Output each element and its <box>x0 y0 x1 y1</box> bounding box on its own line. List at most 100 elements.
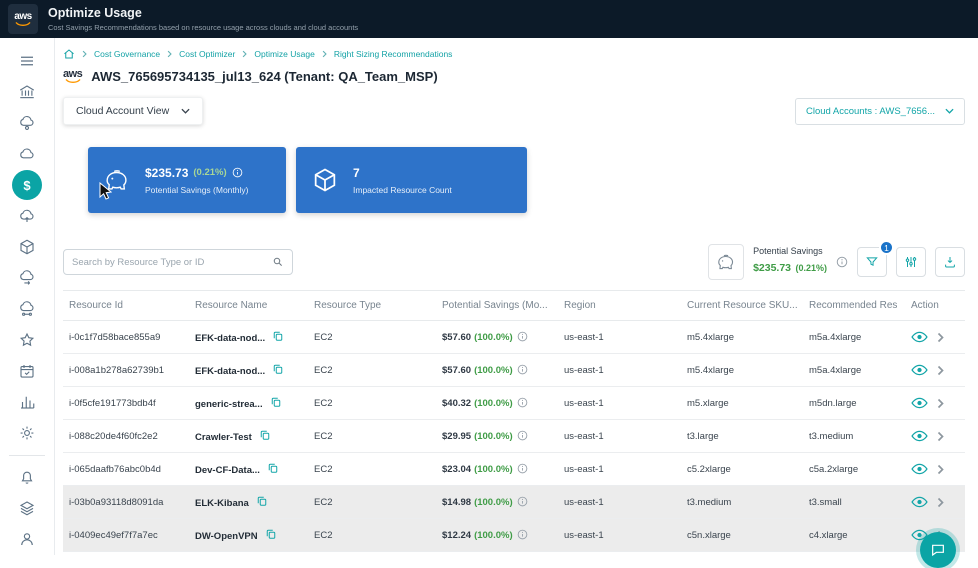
table-row[interactable]: i-03b0a93118d8091da ELK-Kibana EC2 $14.98 (1… <box>63 485 965 519</box>
chevron-right-icon <box>82 50 87 58</box>
menu-icon[interactable] <box>12 46 42 76</box>
table-row[interactable]: i-0f5cfe191773bdb4f generic-strea... EC2 $4… <box>63 386 965 420</box>
info-icon[interactable] <box>517 430 528 441</box>
row-expand-chevron-icon[interactable] <box>937 497 944 508</box>
col-resource-id[interactable]: Resource Id <box>63 290 191 321</box>
table-row[interactable]: i-0409ec49ef7f7a7ec DW-OpenVPN EC2 $12.24 (1… <box>63 518 965 552</box>
copy-icon[interactable] <box>259 429 271 441</box>
copy-icon[interactable] <box>267 462 279 474</box>
info-icon[interactable] <box>517 331 528 342</box>
recommended-sku: t3.medium <box>805 419 907 453</box>
cloud-migration-upload-icon[interactable] <box>12 201 42 231</box>
row-actions[interactable] <box>907 353 965 387</box>
notifications-bell-icon[interactable] <box>12 462 42 492</box>
row-expand-chevron-icon[interactable] <box>937 398 944 409</box>
home-icon[interactable] <box>63 48 75 60</box>
chevron-down-icon <box>181 108 190 114</box>
search-icon[interactable] <box>272 256 284 268</box>
row-actions[interactable] <box>907 485 965 519</box>
breadcrumb-right-sizing[interactable]: Right Sizing Recommendations <box>334 49 453 59</box>
recommended-sku: m5a.4xlarge <box>805 353 907 387</box>
account-title: AWS_765695734135_jul13_624 (Tenant: QA_T… <box>91 69 438 84</box>
view-icon[interactable] <box>911 397 928 409</box>
inventory-cube-icon[interactable] <box>12 232 42 262</box>
scheduler-calendar-icon[interactable] <box>12 356 42 386</box>
info-icon[interactable] <box>517 397 528 408</box>
row-actions[interactable] <box>907 320 965 354</box>
box-icon <box>310 166 340 194</box>
row-actions[interactable] <box>907 419 965 453</box>
current-sku: t3.large <box>683 419 805 453</box>
favorites-star-icon[interactable] <box>12 325 42 355</box>
table-row[interactable]: i-008a1b278a62739b1 EFK-data-nod... EC2 $57… <box>63 353 965 387</box>
breadcrumb: Cost Governance Cost Optimizer Optimize … <box>63 48 965 60</box>
info-icon[interactable] <box>517 529 528 540</box>
row-actions[interactable] <box>907 386 965 420</box>
cost-governance-bank-icon[interactable] <box>12 77 42 107</box>
resource-name: EFK-data-nod... <box>191 353 310 387</box>
resource-type: EC2 <box>310 386 438 420</box>
page-header-subtitle: Cost Savings Recommendations based on re… <box>48 23 359 32</box>
cloud-share-icon[interactable] <box>12 294 42 324</box>
info-icon[interactable] <box>836 256 848 268</box>
col-resource-type[interactable]: Resource Type <box>310 290 438 321</box>
filter-button[interactable]: 1 <box>857 240 894 277</box>
environments-layers-icon[interactable] <box>12 493 42 523</box>
row-expand-chevron-icon[interactable] <box>937 431 944 442</box>
column-settings-button[interactable] <box>896 247 926 277</box>
cloud-account-view-dropdown[interactable]: Cloud Account View <box>63 97 204 125</box>
search-input[interactable] <box>72 256 272 268</box>
cloud-assessment-icon[interactable] <box>12 108 42 138</box>
breadcrumb-optimize-usage[interactable]: Optimize Usage <box>254 49 314 59</box>
col-potential-savings[interactable]: Potential Savings (Mo... <box>438 290 560 321</box>
info-icon[interactable] <box>517 496 528 507</box>
current-sku: t3.medium <box>683 485 805 519</box>
region: us-east-1 <box>560 485 683 519</box>
cloud-accounts-dropdown[interactable]: Cloud Accounts : AWS_7656... <box>794 97 965 125</box>
table-row[interactable]: i-065daafb76abc0b4d Dev-CF-Data... EC2 $23.… <box>63 452 965 486</box>
cloud-reports-icon[interactable] <box>12 139 42 169</box>
download-button[interactable] <box>935 247 965 277</box>
view-icon[interactable] <box>911 430 928 442</box>
col-region[interactable]: Region <box>560 290 683 321</box>
table-row[interactable]: i-0c1f7d58bace855a9 EFK-data-nod... EC2 $57… <box>63 320 965 354</box>
support-chat-button[interactable] <box>920 532 956 568</box>
account-user-icon[interactable] <box>12 524 42 554</box>
savings-percent: (0.21%) <box>193 167 227 178</box>
analytics-chart-icon[interactable] <box>12 387 42 417</box>
region: us-east-1 <box>560 518 683 552</box>
view-icon[interactable] <box>911 364 928 376</box>
info-icon[interactable] <box>517 463 528 474</box>
row-expand-chevron-icon[interactable] <box>937 365 944 376</box>
col-resource-name[interactable]: Resource Name <box>191 290 310 321</box>
accounts-dropdown-label: Cloud Accounts : AWS_7656... <box>805 105 935 117</box>
cloud-sync-icon[interactable] <box>12 263 42 293</box>
breadcrumb-cost-optimizer[interactable]: Cost Optimizer <box>179 49 235 59</box>
resource-id: i-065daafb76abc0b4d <box>63 452 191 486</box>
cost-optimizer-dollar-icon[interactable]: $ <box>12 170 42 200</box>
info-icon[interactable] <box>232 167 243 178</box>
breadcrumb-cost-governance[interactable]: Cost Governance <box>94 49 160 59</box>
copy-icon[interactable] <box>256 495 268 507</box>
row-expand-chevron-icon[interactable] <box>937 464 944 475</box>
view-icon[interactable] <box>911 496 928 508</box>
view-icon[interactable] <box>911 463 928 475</box>
resource-type: EC2 <box>310 353 438 387</box>
row-expand-chevron-icon[interactable] <box>937 332 944 343</box>
col-recommended-sku[interactable]: Recommended Res <box>805 290 907 321</box>
copy-icon[interactable] <box>265 528 277 540</box>
potential-savings: $29.95 (100.0%) <box>438 419 560 453</box>
copy-icon[interactable] <box>272 363 284 375</box>
info-icon[interactable] <box>517 364 528 375</box>
copy-icon[interactable] <box>272 330 284 342</box>
row-actions[interactable] <box>907 452 965 486</box>
col-action: Action <box>907 290 965 321</box>
col-current-sku[interactable]: Current Resource SKU... <box>683 290 805 321</box>
region: us-east-1 <box>560 353 683 387</box>
settings-gear-icon[interactable] <box>12 418 42 448</box>
copy-icon[interactable] <box>270 396 282 408</box>
aws-logo-text: aws <box>14 10 32 22</box>
table-row[interactable]: i-088c20de4f60fc2e2 Crawler-Test EC2 $29.95… <box>63 419 965 453</box>
view-icon[interactable] <box>911 331 928 343</box>
impacted-count: 7 <box>353 165 360 180</box>
